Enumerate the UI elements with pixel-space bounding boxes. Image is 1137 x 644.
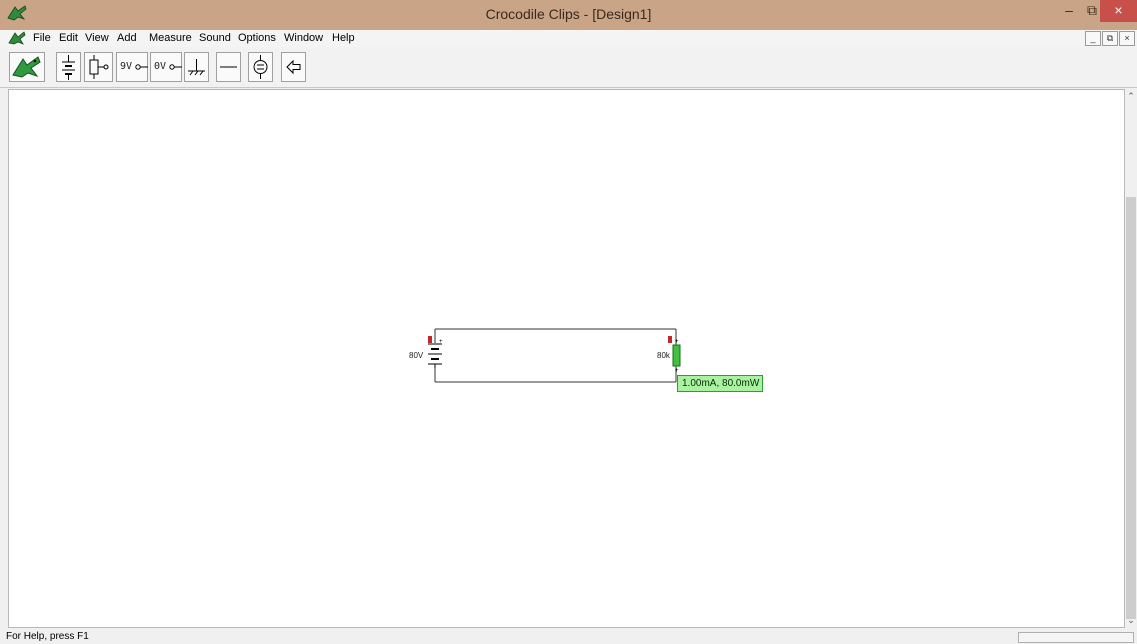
vertical-scrollbar[interactable]: ⌃ ⌄ — [1125, 89, 1137, 628]
status-text: For Help, press F1 — [6, 631, 89, 642]
battery-probe-marker[interactable] — [428, 336, 432, 343]
svg-text:+: + — [439, 339, 443, 345]
resistor-component[interactable] — [672, 344, 681, 367]
svg-text:+: + — [675, 339, 679, 345]
status-bar: For Help, press F1 — [0, 630, 1137, 644]
battery-voltage-label: 80V — [409, 351, 424, 360]
svg-text:+: + — [675, 368, 679, 374]
measurement-readout: 1.00mA, 80.0mW — [677, 375, 763, 392]
scrollbar-thumb[interactable] — [1126, 197, 1136, 619]
status-pane — [1018, 632, 1134, 643]
scroll-up-icon[interactable]: ⌃ — [1125, 91, 1137, 102]
resistor-probe-marker[interactable] — [668, 336, 672, 343]
resistor-value-label: 80k — [657, 351, 670, 360]
scroll-down-icon[interactable]: ⌄ — [1125, 615, 1137, 626]
circuit-diagram: + + + — [428, 328, 681, 383]
battery-component[interactable]: + — [428, 339, 443, 368]
